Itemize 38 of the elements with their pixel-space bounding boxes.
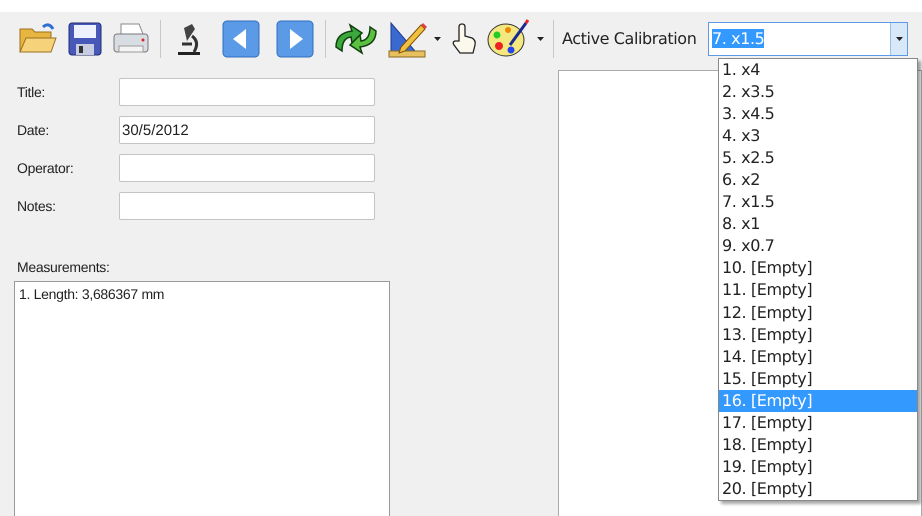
calibration-value: 7. x1.5 [712,28,764,48]
calibration-option[interactable]: 8. x1 [719,213,917,236]
calibration-option[interactable]: 18. [Empty] [719,434,917,456]
forward-arrow-icon[interactable] [275,19,315,59]
input-field[interactable] [119,192,375,220]
calibration-option[interactable]: 20. [Empty] [719,478,917,500]
calibration-option[interactable]: 4. x3 [719,125,917,148]
calibration-option[interactable]: 10. [Empty] [719,257,917,280]
calibration-option[interactable]: 1. x4 [719,59,917,82]
calibration-option[interactable]: 14. [Empty] [719,346,917,368]
calibration-option[interactable]: 13. [Empty] [719,324,917,346]
measurements-label: Measurements: [17,258,111,277]
dropdown-arrow-button[interactable] [890,23,907,55]
back-arrow-icon[interactable] [221,19,261,59]
field-label: Title: [16,82,46,102]
calibration-option[interactable]: 2. x3.5 [719,81,917,104]
calibration-option[interactable]: 9. x0.7 [719,235,917,258]
calibration-option[interactable]: 15. [Empty] [719,368,917,390]
caret-icon[interactable] [434,37,441,41]
measurement-item[interactable]: 1. Length: 3,686367 mm [19,284,389,305]
input-field[interactable] [119,78,375,106]
input-field[interactable]: 30/5/2012 [119,116,375,144]
input-field[interactable] [119,154,375,182]
calibration-option[interactable]: 12. [Empty] [719,302,917,324]
calibration-label: Active Calibration [562,28,698,50]
caret-icon [896,37,902,41]
calibration-option[interactable]: 7. x1.5 [719,191,917,214]
field-label: Operator: [16,158,74,178]
field-label: Date: [16,120,50,140]
calibration-option[interactable]: 3. x4.5 [719,103,917,126]
calibration-option[interactable]: 5. x2.5 [719,147,917,170]
calibration-option[interactable]: 19. [Empty] [719,456,917,478]
calibration-option[interactable]: 17. [Empty] [719,412,917,434]
field-label: Notes: [16,196,57,216]
calibration-option[interactable]: 11. [Empty] [719,279,917,302]
caret-icon[interactable] [537,37,544,41]
calibration-option[interactable]: 6. x2 [719,169,917,192]
measurements-list[interactable]: 1. Length: 3,686367 mm [14,281,390,516]
